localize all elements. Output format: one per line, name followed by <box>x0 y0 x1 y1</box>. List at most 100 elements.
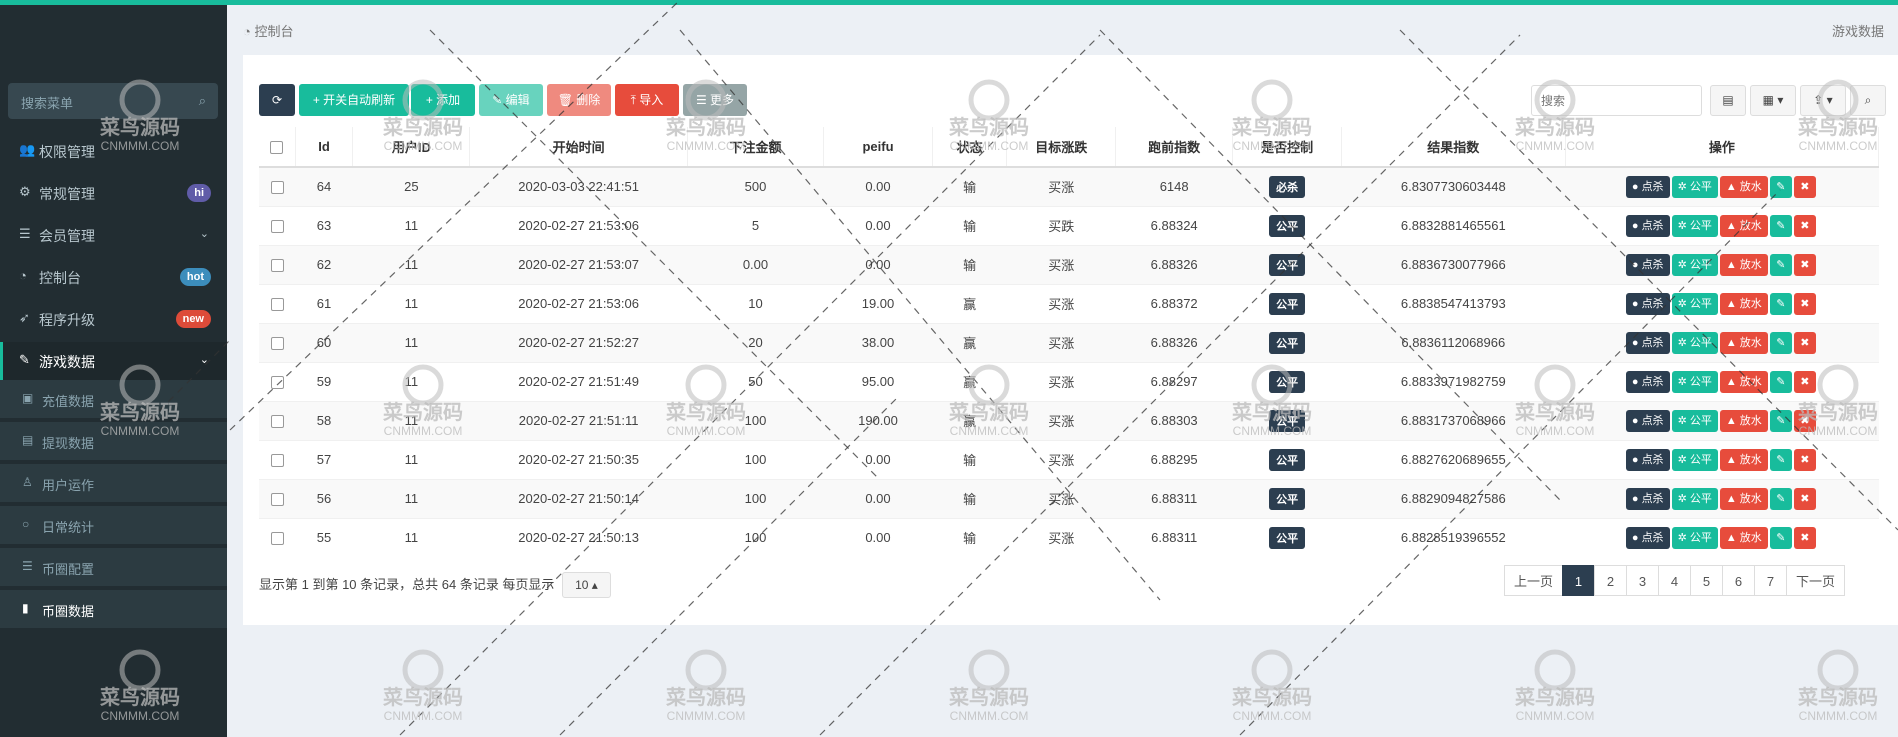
import-button[interactable]: ⤒ 导入 <box>615 84 679 116</box>
column-header[interactable]: 结果指数 <box>1341 127 1566 168</box>
kill-button[interactable]: ● 点杀 <box>1625 175 1670 198</box>
table-row[interactable]: 57 11 2020-02-27 21:50:35 100 0.00 输买涨 6.88295… <box>259 439 1879 479</box>
sidebar-item-game-data[interactable]: ✎ 游戏数据 ⌄ <box>0 342 227 380</box>
sidebar-subitem-daily-stats[interactable]: ○ 日常统计 <box>0 506 227 544</box>
row-select-cell[interactable] <box>259 361 296 401</box>
row-checkbox[interactable] <box>270 376 284 390</box>
kill-button[interactable]: ● 点杀 <box>1625 253 1670 276</box>
row-edit-button[interactable]: ✎ <box>1769 214 1792 237</box>
page-size-select[interactable]: 10 ▴ <box>562 572 611 598</box>
release-button[interactable]: ▲ 放水 <box>1719 214 1768 237</box>
row-select-cell[interactable] <box>259 439 296 479</box>
table-row[interactable]: 62 11 2020-02-27 21:53:07 0.00 0.00 输买涨 6.8832… <box>259 244 1879 284</box>
row-delete-button[interactable]: ✖ <box>1793 409 1816 432</box>
advanced-search-button[interactable]: ⌕ <box>1850 85 1886 116</box>
row-select-cell[interactable] <box>259 205 296 245</box>
breadcrumb[interactable]: ◔ 控制台 <box>243 21 293 40</box>
next-page-button[interactable]: 下一页 <box>1786 565 1846 596</box>
auto-refresh-button[interactable]: + 开关自动刷新 <box>299 84 409 116</box>
select-all-header[interactable] <box>259 127 296 168</box>
kill-button[interactable]: ● 点杀 <box>1625 409 1670 432</box>
row-select-cell[interactable] <box>259 478 296 518</box>
kill-button[interactable]: ● 点杀 <box>1625 526 1670 549</box>
row-checkbox[interactable] <box>270 415 284 429</box>
release-button[interactable]: ▲ 放水 <box>1719 526 1768 549</box>
page-4-button[interactable]: 4 <box>1658 565 1692 596</box>
sidebar-subitem-user-ops[interactable]: ♙ 用户运作 <box>0 464 227 502</box>
release-button[interactable]: ▲ 放水 <box>1719 253 1768 276</box>
row-edit-button[interactable]: ✎ <box>1769 175 1792 198</box>
table-row[interactable]: 55 11 2020-02-27 21:50:13 100 0.00 输买涨 6.88311… <box>259 517 1879 557</box>
fair-button[interactable]: ✲ 公平 <box>1671 370 1718 393</box>
row-delete-button[interactable]: ✖ <box>1793 331 1816 354</box>
row-delete-button[interactable]: ✖ <box>1793 370 1816 393</box>
refresh-button[interactable]: ⟳ <box>259 84 295 116</box>
fair-button[interactable]: ✲ 公平 <box>1671 487 1718 510</box>
table-row[interactable]: 64 25 2020-03-03 22:41:51 500 0.00 输买涨 6148 必杀 6… <box>259 166 1879 206</box>
row-select-cell[interactable] <box>259 283 296 323</box>
column-header[interactable]: 跑前指数 <box>1115 127 1234 168</box>
row-delete-button[interactable]: ✖ <box>1793 253 1816 276</box>
row-select-cell[interactable] <box>259 166 296 206</box>
row-checkbox[interactable] <box>270 493 284 507</box>
add-button[interactable]: + 添加 <box>411 84 475 116</box>
kill-button[interactable]: ● 点杀 <box>1625 214 1670 237</box>
fair-button[interactable]: ✲ 公平 <box>1671 526 1718 549</box>
table-row[interactable]: 58 11 2020-02-27 21:51:11 100 190.00 赢买涨 6.883… <box>259 400 1879 440</box>
sidebar-item-permissions[interactable]: 👥 权限管理 <box>0 132 227 170</box>
column-header[interactable]: 开始时间 <box>469 127 688 168</box>
page-2-button[interactable]: 2 <box>1594 565 1628 596</box>
kill-button[interactable]: ● 点杀 <box>1625 448 1670 471</box>
more-button[interactable]: ☰ 更多 <box>683 84 747 116</box>
table-row[interactable]: 60 11 2020-02-27 21:52:27 20 38.00 赢买涨 6.88326… <box>259 322 1879 362</box>
sidebar-subitem-withdraw[interactable]: ▤ 提现数据 <box>0 422 227 460</box>
fair-button[interactable]: ✲ 公平 <box>1671 409 1718 432</box>
column-header[interactable]: 下注金额 <box>687 127 825 168</box>
sidebar-subitem-recharge[interactable]: ▣ 充值数据 <box>0 380 227 418</box>
kill-button[interactable]: ● 点杀 <box>1625 292 1670 315</box>
column-header[interactable]: 是否控制 <box>1232 127 1342 168</box>
edit-button[interactable]: ✎ 编辑 <box>479 84 543 116</box>
release-button[interactable]: ▲ 放水 <box>1719 331 1768 354</box>
page-6-button[interactable]: 6 <box>1722 565 1756 596</box>
fair-button[interactable]: ✲ 公平 <box>1671 292 1718 315</box>
column-header[interactable]: 用户ID <box>352 127 471 168</box>
row-select-cell[interactable] <box>259 400 296 440</box>
delete-button[interactable]: 🗑 删除 <box>547 84 611 116</box>
table-row[interactable]: 63 11 2020-02-27 21:53:06 5 0.00 输买跌 6.88324 公平… <box>259 205 1879 245</box>
release-button[interactable]: ▲ 放水 <box>1719 175 1768 198</box>
row-checkbox[interactable] <box>270 298 284 312</box>
page-3-button[interactable]: 3 <box>1626 565 1660 596</box>
kill-button[interactable]: ● 点杀 <box>1625 487 1670 510</box>
sidebar-item-general[interactable]: ⚙ 常规管理 hi <box>0 174 227 212</box>
row-edit-button[interactable]: ✎ <box>1769 331 1792 354</box>
toggle-view-button[interactable]: ▤ <box>1710 85 1746 116</box>
row-edit-button[interactable]: ✎ <box>1769 448 1792 471</box>
row-delete-button[interactable]: ✖ <box>1793 448 1816 471</box>
sidebar-item-dashboard[interactable]: ◔ 控制台 hot <box>0 258 227 296</box>
table-search-input[interactable] <box>1531 85 1702 116</box>
sidebar-subitem-coin-config[interactable]: ☰ 币圈配置 <box>0 548 227 586</box>
row-select-cell[interactable] <box>259 322 296 362</box>
row-checkbox[interactable] <box>270 532 284 546</box>
sidebar-item-members[interactable]: ☰ 会员管理 ⌄ <box>0 216 227 254</box>
row-checkbox[interactable] <box>270 337 284 351</box>
sidebar-subitem-coin-data[interactable]: ▮ 币圈数据 <box>0 590 227 628</box>
menu-search-input[interactable]: 搜索菜单 ⌕ <box>8 83 218 119</box>
release-button[interactable]: ▲ 放水 <box>1719 292 1768 315</box>
sidebar-item-upgrade[interactable]: ➶ 程序升级 new <box>0 300 227 338</box>
table-row[interactable]: 61 11 2020-02-27 21:53:06 10 19.00 赢买涨 6.88372… <box>259 283 1879 323</box>
fair-button[interactable]: ✲ 公平 <box>1671 175 1718 198</box>
row-delete-button[interactable]: ✖ <box>1793 175 1816 198</box>
search-icon[interactable]: ⌕ <box>199 93 206 109</box>
release-button[interactable]: ▲ 放水 <box>1719 487 1768 510</box>
select-all-checkbox[interactable] <box>270 141 284 155</box>
row-delete-button[interactable]: ✖ <box>1793 292 1816 315</box>
prev-page-button[interactable]: 上一页 <box>1504 565 1564 596</box>
fair-button[interactable]: ✲ 公平 <box>1671 253 1718 276</box>
table-row[interactable]: 56 11 2020-02-27 21:50:14 100 0.00 输买涨 6.88311… <box>259 478 1879 518</box>
kill-button[interactable]: ● 点杀 <box>1625 370 1670 393</box>
kill-button[interactable]: ● 点杀 <box>1625 331 1670 354</box>
row-select-cell[interactable] <box>259 244 296 284</box>
columns-button[interactable]: ▦ ▾ <box>1750 85 1796 116</box>
